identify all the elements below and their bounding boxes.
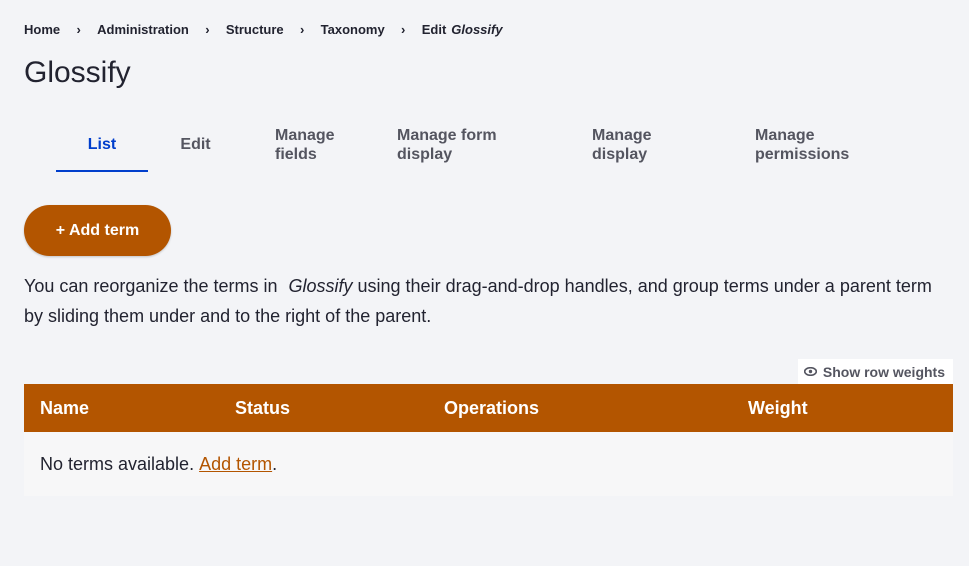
table-header: Name Status Operations Weight (24, 384, 953, 432)
breadcrumb-structure[interactable]: Structure (226, 22, 284, 37)
breadcrumb-taxonomy[interactable]: Taxonomy (321, 22, 385, 37)
tab-manage-permissions-label: Manage permissions (755, 126, 850, 163)
breadcrumb-separator: › (205, 21, 210, 37)
description-text-before: You can reorganize the terms in (24, 276, 283, 296)
breadcrumb-home[interactable]: Home (24, 22, 60, 37)
tab-manage-permissions[interactable]: Manage permissions (755, 122, 875, 173)
breadcrumb-administration[interactable]: Administration (97, 22, 189, 37)
page-title: Glossify (24, 56, 131, 89)
empty-message: No terms available. (40, 453, 200, 474)
tab-manage-fields[interactable]: Manage fields (243, 122, 394, 173)
primary-tabs: List Edit Manage fields Manage form disp… (56, 122, 875, 173)
main-content: + Add term You can reorganize the terms … (0, 172, 969, 566)
eye-icon (803, 367, 817, 376)
show-row-weights-label: Show row weights (822, 363, 945, 380)
help-description: You can reorganize the terms in Glossify… (24, 271, 944, 331)
column-header-operations: Operations (444, 397, 540, 418)
breadcrumb-separator: › (76, 21, 81, 37)
tab-manage-fields-label: Manage fields (275, 126, 335, 163)
breadcrumb-current-prefix: Edit (421, 21, 447, 37)
tab-manage-form-display-label: Manage form display (397, 126, 497, 163)
tab-edit[interactable]: Edit (148, 122, 243, 173)
column-header-status: Status (235, 397, 291, 418)
tab-list[interactable]: List (56, 122, 148, 173)
show-row-weights-button[interactable]: Show row weights (797, 359, 953, 384)
column-header-name: Name (40, 397, 90, 418)
add-term-button[interactable]: + Add term (24, 205, 171, 256)
tab-manage-form-display[interactable]: Manage form display (394, 122, 592, 173)
empty-message-suffix: . (272, 453, 278, 474)
breadcrumb-current: Edit Glossify (422, 22, 503, 37)
breadcrumb-separator: › (401, 21, 406, 37)
page-header: Home › Administration › Structure › Taxo… (0, 0, 969, 173)
terms-table: Name Status Operations Weight No terms a… (24, 384, 953, 496)
breadcrumb-current-name: Glossify (451, 21, 503, 37)
add-term-link[interactable]: Add term (199, 454, 272, 475)
breadcrumb: Home › Administration › Structure › Taxo… (24, 20, 945, 38)
column-header-weight: Weight (748, 397, 808, 418)
breadcrumb-separator: › (299, 21, 305, 37)
tab-manage-display-label: Manage display (592, 126, 652, 163)
description-vocabulary-name: Glossify (288, 276, 353, 296)
table-empty-row: No terms available. Add term. (24, 432, 953, 496)
tab-manage-display[interactable]: Manage display (592, 122, 755, 173)
